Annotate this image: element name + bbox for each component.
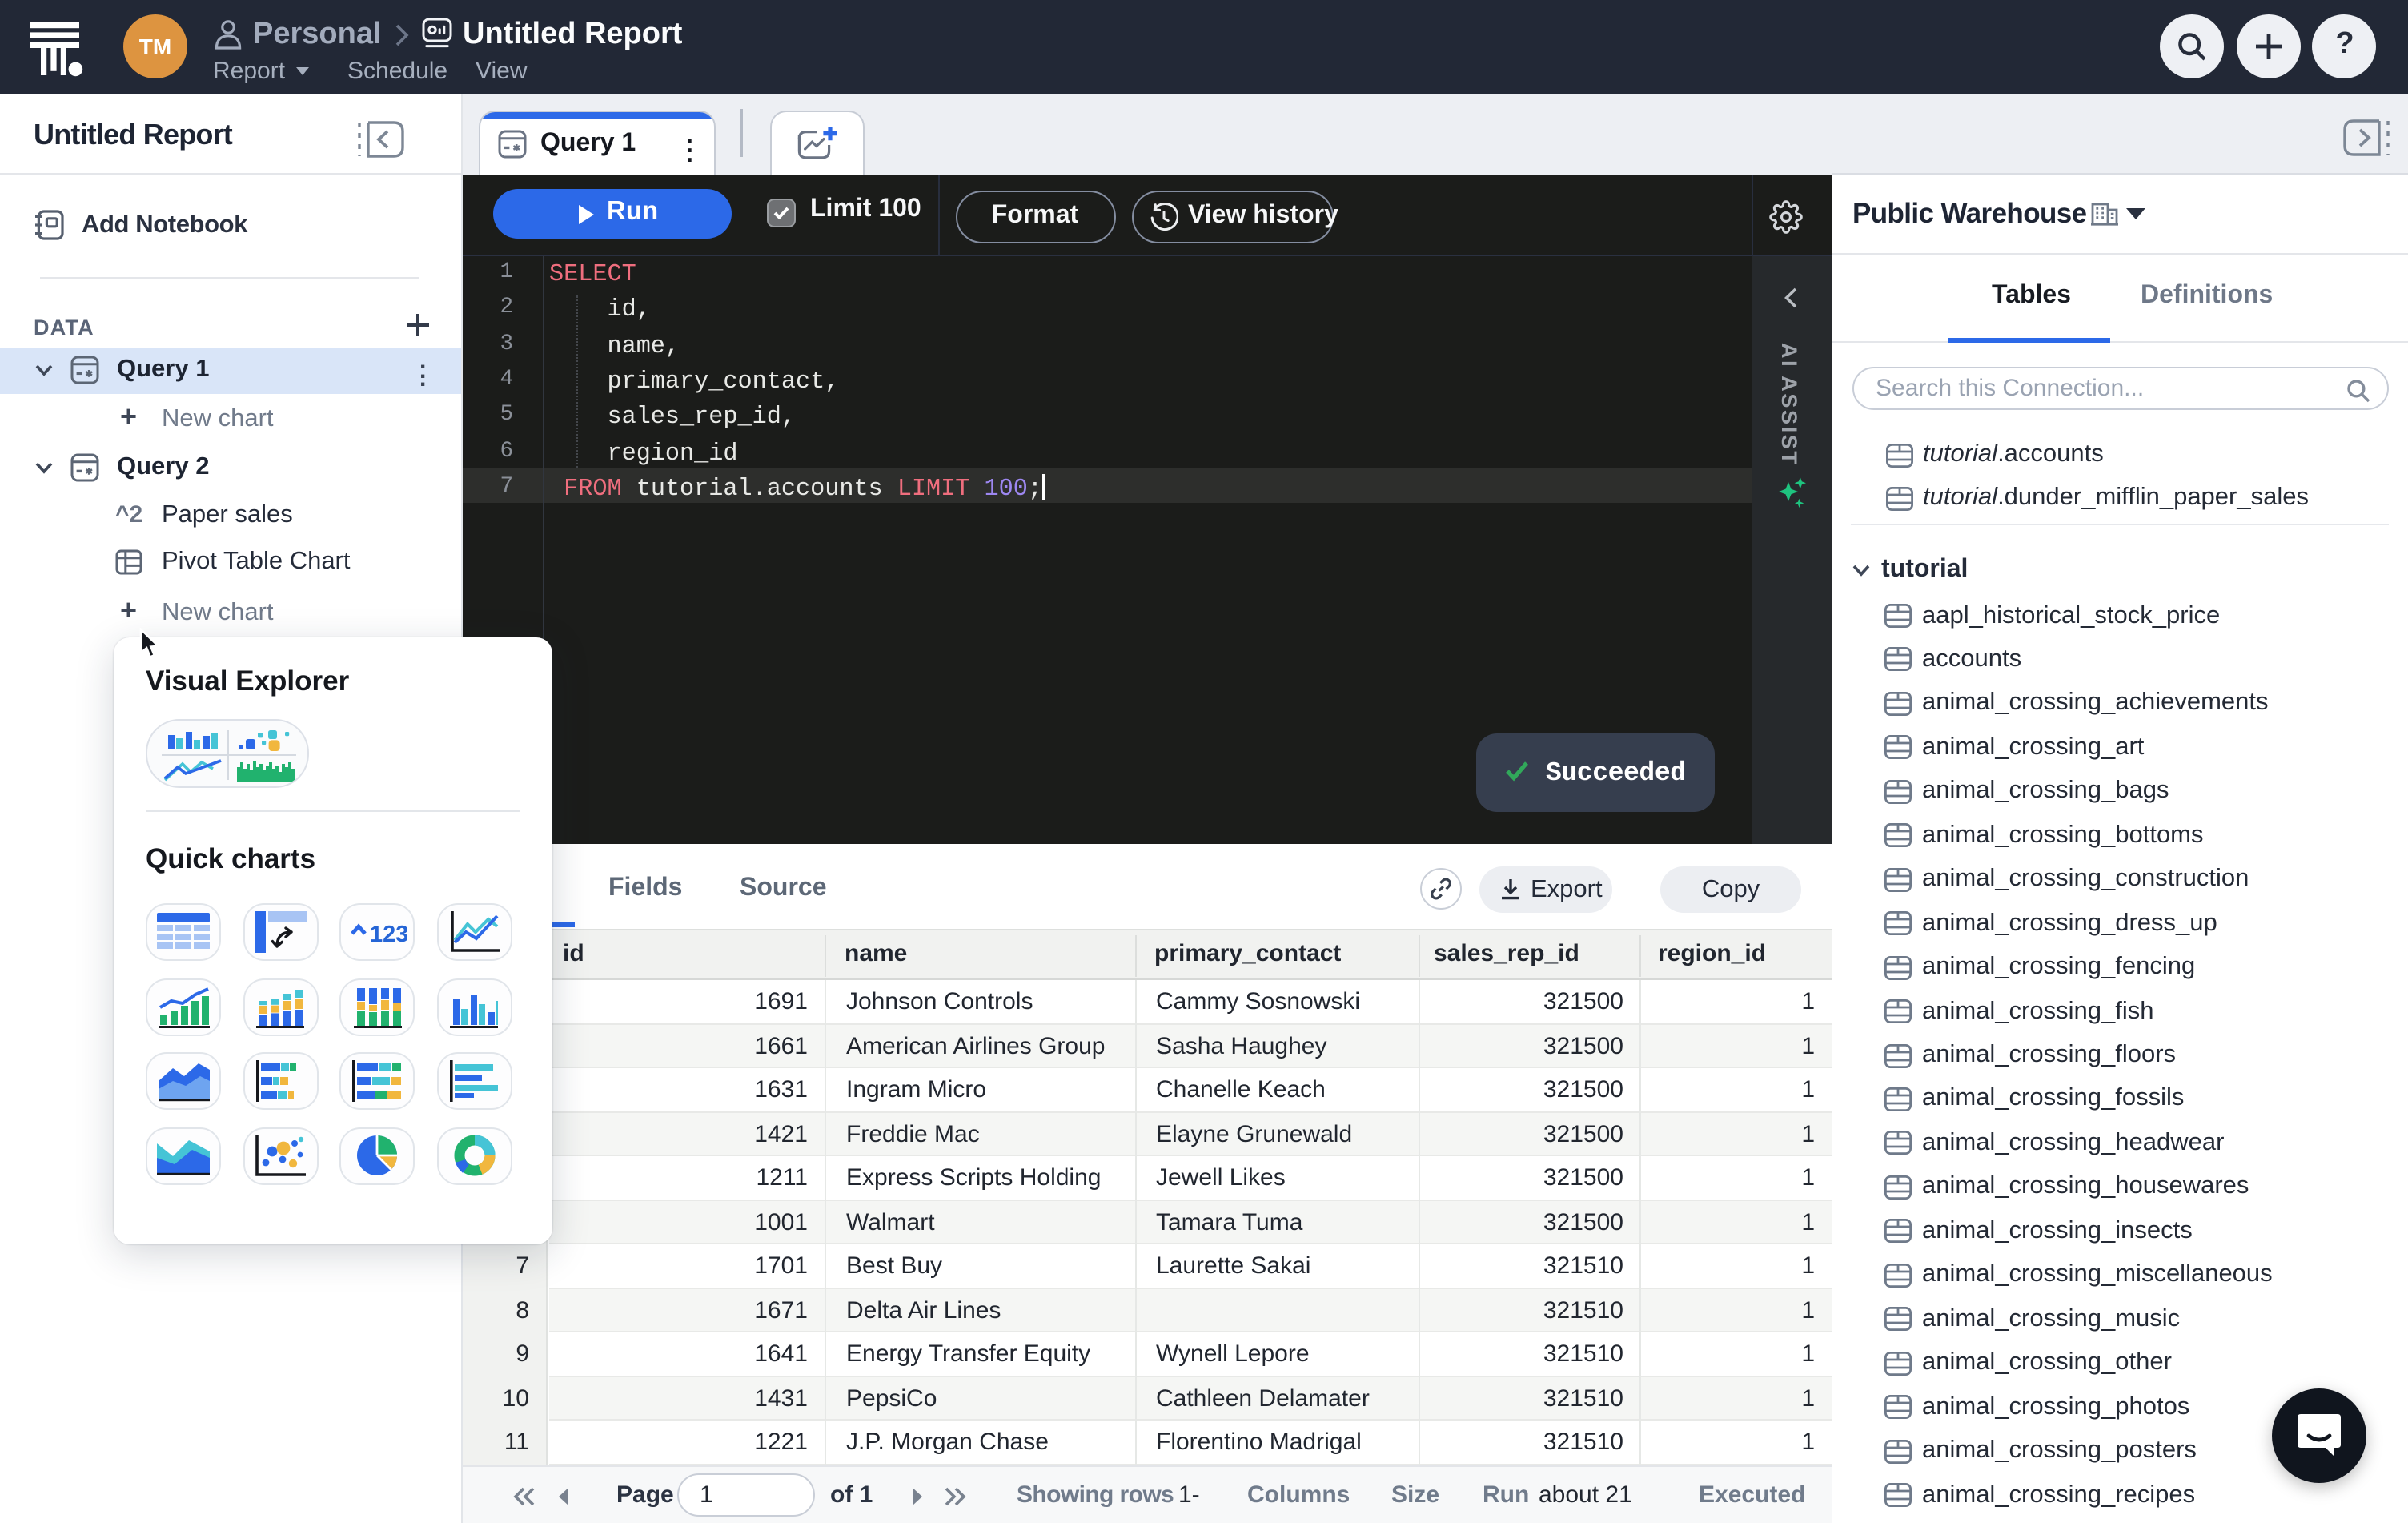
svg-text:123: 123 [369, 922, 406, 943]
